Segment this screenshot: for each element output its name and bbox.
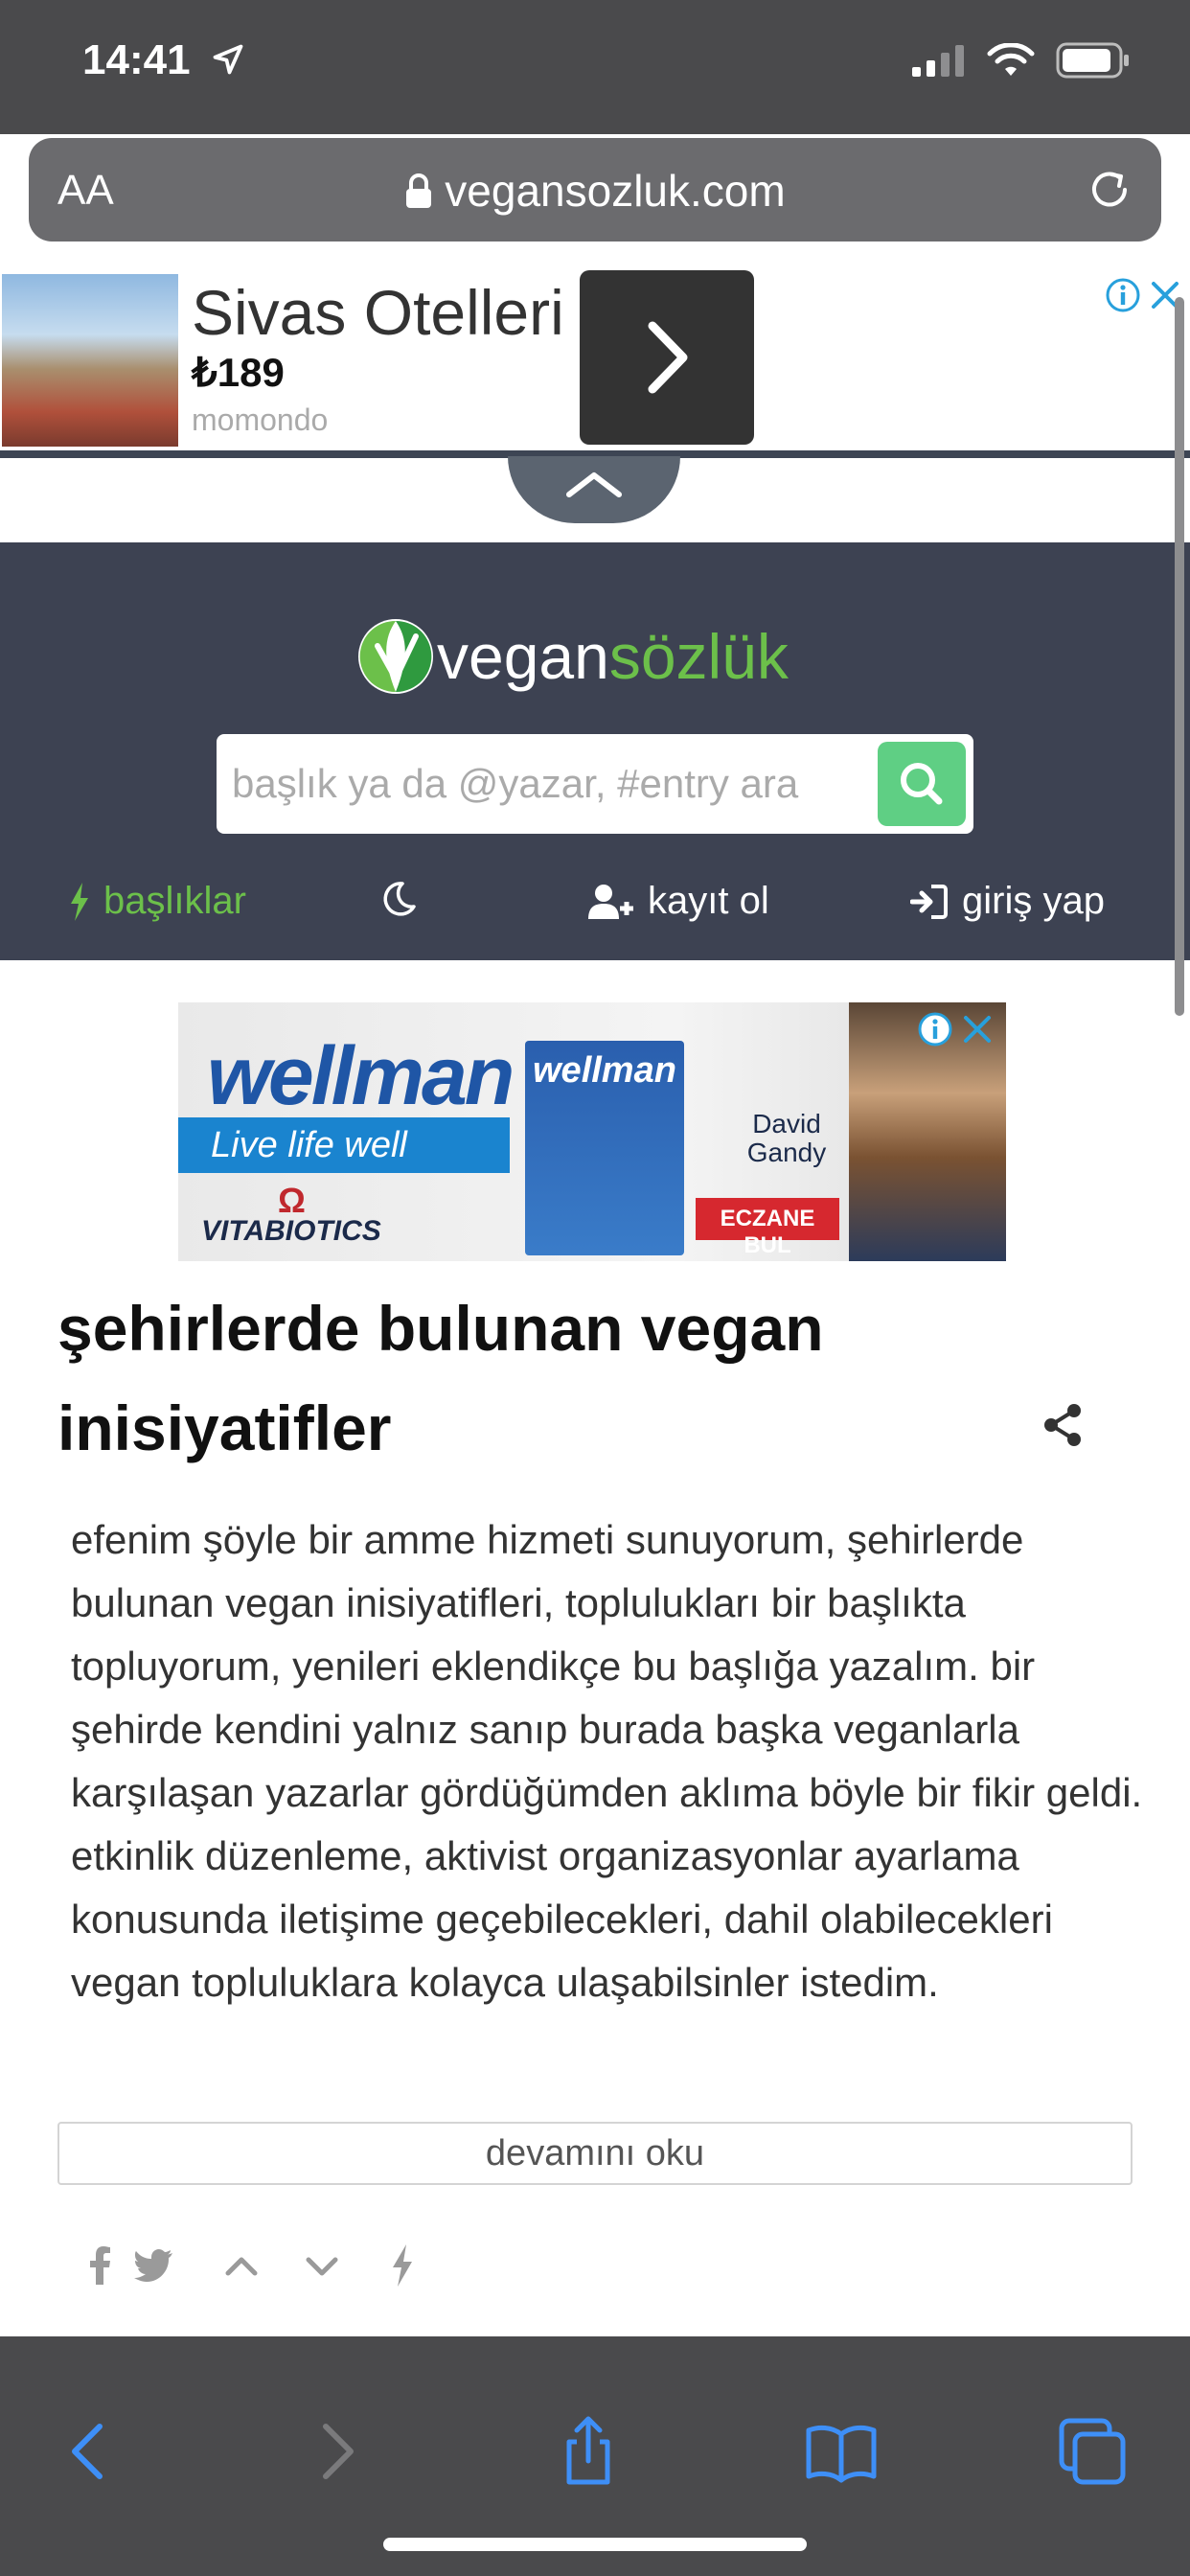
search-box xyxy=(217,734,973,834)
topic-title[interactable]: şehirlerde bulunan vegan inisiyatifler xyxy=(57,1278,1016,1478)
back-icon[interactable] xyxy=(52,2413,128,2490)
ad-info-icon[interactable] xyxy=(916,1010,954,1048)
ad-open-button[interactable] xyxy=(580,270,754,445)
site-logo[interactable]: vegan sözlük xyxy=(356,617,789,696)
user-plus-icon xyxy=(588,884,633,919)
nav-login[interactable]: giriş yap xyxy=(910,880,1105,923)
search-input[interactable] xyxy=(232,748,864,820)
status-indicators xyxy=(912,42,1131,79)
logo-text-sozluk: sözlük xyxy=(608,621,789,692)
ad-advertiser: momondo xyxy=(192,402,329,437)
bookmarks-icon[interactable] xyxy=(803,2413,880,2490)
nav-login-label: giriş yap xyxy=(962,880,1105,922)
ad-banner-wellman[interactable]: wellman Live life well Ω VITABIOTICS wel… xyxy=(178,1002,1006,1261)
share-icon[interactable] xyxy=(1042,1403,1083,1447)
scrollbar[interactable] xyxy=(1175,297,1184,1016)
status-bar: 14:41 xyxy=(0,0,1190,134)
chevron-right-icon xyxy=(648,321,688,394)
share-sheet-icon[interactable] xyxy=(550,2413,627,2490)
ad-title[interactable]: Sivas Otelleri xyxy=(192,276,564,349)
lightning-icon xyxy=(71,882,88,921)
search-icon xyxy=(901,763,943,805)
status-time: 14:41 xyxy=(82,36,191,83)
ad-collapse-tab[interactable] xyxy=(508,456,680,523)
ad-tagline: Live life well xyxy=(178,1117,510,1173)
tabs-icon[interactable] xyxy=(1054,2413,1131,2490)
nav-topics[interactable]: başlıklar xyxy=(69,880,246,923)
lightning-icon xyxy=(393,2244,412,2287)
entry-text: efenim şöyle bir amme hizmeti sunuyorum,… xyxy=(71,1517,1143,2005)
ad-cta-button[interactable]: ECZANE BUL xyxy=(696,1198,839,1258)
reload-icon[interactable] xyxy=(1083,163,1136,217)
facebook-icon xyxy=(90,2246,110,2285)
ad-close-icon[interactable] xyxy=(958,1010,996,1048)
ad-price: ₺189 xyxy=(192,350,285,395)
signal-icon xyxy=(912,45,964,77)
facebook-share-button[interactable] xyxy=(77,2242,123,2288)
entry-actions xyxy=(77,2242,425,2288)
home-indicator[interactable] xyxy=(383,2538,807,2551)
ad-hotel-image xyxy=(2,274,178,447)
vegan-leaf-logo-icon xyxy=(358,619,433,694)
ad-info-icon[interactable] xyxy=(1104,276,1142,314)
nav-register[interactable]: kayıt ol xyxy=(586,880,769,923)
ad-maker: VITABIOTICS xyxy=(201,1215,381,1247)
nav-register-label: kayıt ol xyxy=(648,880,769,922)
url-text: vegansozluk.com xyxy=(445,166,786,216)
read-more-button[interactable]: devamını oku xyxy=(57,2122,1133,2185)
search-button[interactable] xyxy=(878,742,966,826)
chevron-up-icon xyxy=(225,2257,258,2276)
twitter-share-button[interactable] xyxy=(130,2242,176,2288)
ad-box-brand: wellman xyxy=(533,1050,676,1091)
twitter-icon xyxy=(134,2249,172,2282)
favorite-button[interactable] xyxy=(379,2242,425,2288)
dark-mode-toggle[interactable] xyxy=(379,880,418,918)
site-nav: başlıklar kayıt ol giriş yap xyxy=(0,880,1190,937)
site-header: vegansözlük başlıklar kayıt ol giriş yap xyxy=(0,542,1190,960)
sign-in-icon xyxy=(910,884,948,919)
lock-icon xyxy=(406,173,432,208)
nav-topics-label: başlıklar xyxy=(103,880,246,922)
ad-product-box: wellman xyxy=(525,1041,684,1255)
ad-wellman-logo: wellman xyxy=(207,1030,515,1122)
moon-icon xyxy=(383,882,416,916)
chevron-down-icon xyxy=(306,2257,338,2276)
logo-text-vegan: vegan xyxy=(437,621,609,692)
address-bar[interactable]: AA vegansozluk.com xyxy=(29,138,1161,242)
forward-icon[interactable] xyxy=(297,2413,374,2490)
upvote-button[interactable] xyxy=(218,2242,264,2288)
location-arrow-icon xyxy=(213,44,243,75)
chevron-up-icon xyxy=(566,472,622,497)
wifi-icon xyxy=(987,43,1035,76)
downvote-button[interactable] xyxy=(299,2242,345,2288)
battery-icon xyxy=(1056,42,1129,79)
ad-banner-top[interactable]: Sivas Otelleri ₺189 momondo xyxy=(0,268,1190,458)
url-display[interactable]: vegansozluk.com xyxy=(29,165,1161,217)
ad-person-name: David Gandy xyxy=(746,1109,827,1167)
